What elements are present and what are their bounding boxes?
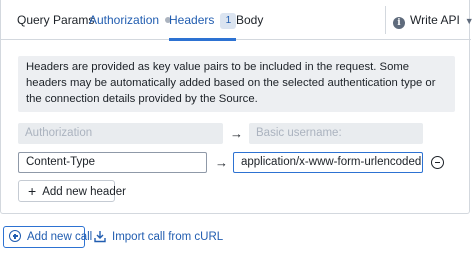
header-value-input-auto: Basic username: <box>249 123 423 144</box>
add-new-header-label: Add new header <box>42 186 126 198</box>
tabbar-divider <box>385 6 386 34</box>
tab-authorization[interactable]: Authorization <box>89 0 172 40</box>
import-call-link[interactable]: Import call from cURL <box>94 226 223 248</box>
tab-body[interactable]: Body <box>236 0 263 40</box>
add-new-call-label: Add new call <box>27 231 93 243</box>
write-api-dropdown[interactable]: i Write API ▼ <box>393 0 474 40</box>
tab-query-params[interactable]: Query Params <box>17 0 94 40</box>
import-call-label: Import call from cURL <box>112 231 224 243</box>
add-new-call-button[interactable]: Add new call <box>3 226 92 248</box>
plus-icon: + <box>28 183 37 199</box>
headers-info-callout: Headers are provided as key value pairs … <box>18 56 455 112</box>
tab-query-params-label: Query Params <box>17 13 95 27</box>
add-circle-icon <box>9 230 21 242</box>
arrow-right-icon: → <box>230 126 243 141</box>
header-key-input-auto: Authorization <box>18 123 223 144</box>
tab-authorization-label: Authorization <box>89 13 160 27</box>
tab-body-label: Body <box>236 13 264 27</box>
header-key-text-auto: Authorization <box>25 127 93 139</box>
tab-headers-label: Headers <box>169 13 215 27</box>
api-call-panel: Query Params Authorization Headers 1 Body… <box>0 0 474 214</box>
import-icon <box>94 231 106 243</box>
tab-bar: Query Params Authorization Headers 1 Body… <box>1 0 474 41</box>
remove-header-icon[interactable] <box>431 156 444 169</box>
headers-count-badge: 1 <box>220 13 237 29</box>
arrow-right-icon: → <box>215 155 228 170</box>
active-tab-indicator <box>169 38 237 41</box>
header-value-input[interactable]: application/x-www-form-urlencoded <box>233 152 423 173</box>
header-key-input[interactable]: Content-Type <box>18 152 207 173</box>
header-value-text-auto: Basic username: <box>256 127 342 139</box>
write-api-label: Write API <box>410 13 460 27</box>
header-key-text: Content-Type <box>26 156 96 168</box>
info-icon: i <box>393 17 405 29</box>
header-value-text: application/x-www-form-urlencoded <box>241 156 422 168</box>
add-new-header-button[interactable]: + Add new header <box>18 180 126 202</box>
tab-headers[interactable]: Headers 1 <box>169 0 237 41</box>
caret-down-icon: ▼ <box>464 16 474 26</box>
callout-text: Headers are provided as key value pairs … <box>26 61 436 105</box>
